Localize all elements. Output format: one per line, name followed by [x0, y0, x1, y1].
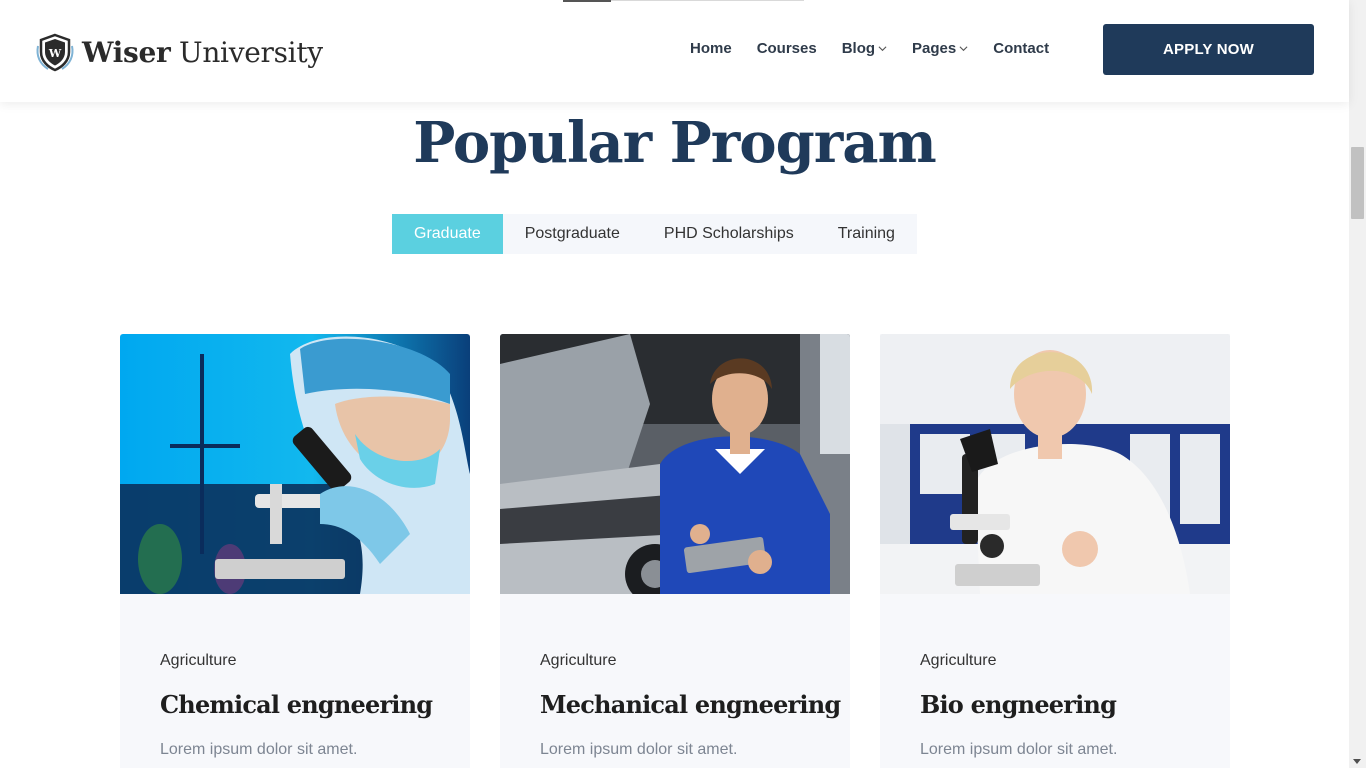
- apply-now-button[interactable]: APPLY NOW: [1103, 24, 1314, 75]
- nav-pages-label: Pages: [912, 40, 957, 57]
- card-category: Agriculture: [540, 652, 617, 669]
- program-card[interactable]: Agriculture Bio engneering Lorem ipsum d…: [880, 334, 1230, 768]
- tab-postgraduate[interactable]: Postgraduate: [503, 214, 642, 254]
- program-image[interactable]: [120, 334, 470, 594]
- logo-letter: W: [48, 47, 62, 60]
- main-nav: Home Courses Blog Pages Contact: [690, 40, 1074, 57]
- nav-courses-label: Courses: [756, 40, 817, 57]
- scroll-down-arrow-icon[interactable]: [1353, 759, 1361, 764]
- tab-phd-scholarships[interactable]: PHD Scholarships: [642, 214, 816, 254]
- chevron-down-icon: [878, 46, 887, 52]
- program-card[interactable]: Agriculture Chemical engneering Lorem ip…: [120, 334, 470, 768]
- nav-courses[interactable]: Courses: [757, 40, 817, 57]
- nav-blog[interactable]: Blog: [842, 40, 887, 57]
- nav-home[interactable]: Home: [690, 40, 732, 57]
- nav-blog-label: Blog: [841, 40, 876, 57]
- program-card[interactable]: Agriculture Mechanical engneering Lorem …: [500, 334, 850, 768]
- card-description: Lorem ipsum dolor sit amet.: [920, 741, 1118, 758]
- section-title: Popular Program: [413, 110, 937, 176]
- card-category: Agriculture: [920, 652, 997, 669]
- brand-name: Wiser University: [82, 36, 323, 69]
- page-scrollbar[interactable]: [1349, 0, 1366, 768]
- brand-name-bold: Wiser: [82, 35, 171, 69]
- chevron-down-icon: [959, 46, 968, 52]
- woman-scientist-microscope-photo: [880, 334, 1230, 594]
- card-title[interactable]: Chemical engneering: [160, 690, 433, 719]
- card-title[interactable]: Bio engneering: [920, 690, 1190, 719]
- mechanic-with-clipboard-photo: [500, 334, 850, 594]
- card-title[interactable]: Mechanical engneering: [540, 690, 841, 719]
- nav-contact-label: Contact: [993, 40, 1050, 57]
- nav-contact[interactable]: Contact: [993, 40, 1049, 57]
- program-image[interactable]: [880, 334, 1230, 594]
- card-description: Lorem ipsum dolor sit amet.: [160, 741, 358, 758]
- card-description: Lorem ipsum dolor sit amet.: [540, 741, 738, 758]
- tab-training[interactable]: Training: [816, 214, 917, 254]
- scrollbar-thumb[interactable]: [1351, 147, 1364, 219]
- brand-name-regular: University: [179, 35, 323, 69]
- program-tabs: Graduate Postgraduate PHD Scholarships T…: [392, 214, 917, 254]
- lab-scientist-microscope-photo: [120, 334, 470, 594]
- program-image[interactable]: [500, 334, 850, 594]
- nav-pages[interactable]: Pages: [912, 40, 968, 57]
- site-header: W Wiser University Home Courses Blog Pag…: [0, 0, 1349, 102]
- card-category: Agriculture: [160, 652, 237, 669]
- tab-graduate[interactable]: Graduate: [392, 214, 503, 254]
- nav-home-label: Home: [690, 40, 732, 57]
- top-progress-line: [563, 0, 804, 2]
- brand-logo[interactable]: W Wiser University: [34, 32, 323, 72]
- shield-logo-icon: W: [36, 33, 74, 72]
